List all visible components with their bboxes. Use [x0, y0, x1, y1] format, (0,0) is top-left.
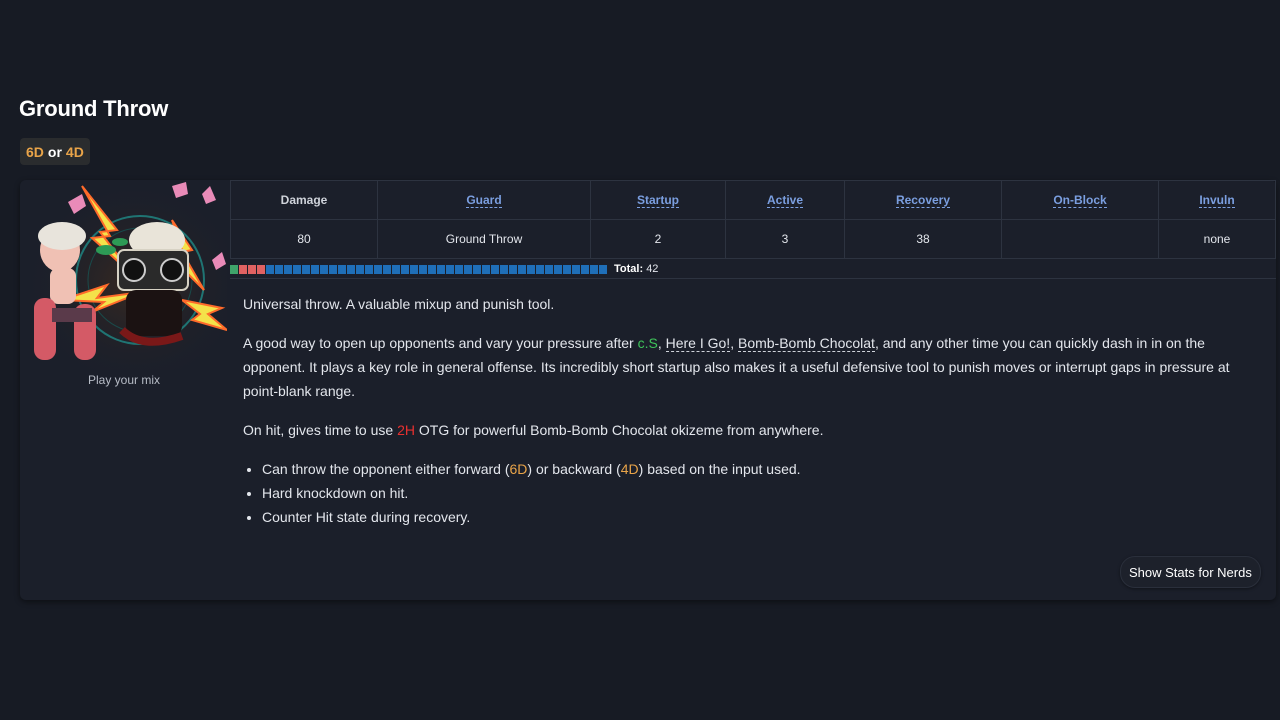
header-guard[interactable]: Guard — [377, 180, 591, 220]
list-item: Can throw the opponent either forward (6… — [262, 457, 1259, 481]
frame-cell-recovery — [446, 264, 454, 274]
frame-cell-recovery — [437, 264, 445, 274]
frame-cell-recovery — [527, 264, 535, 274]
frame-meter-cells — [230, 264, 607, 274]
frame-meter: Total: 42 — [230, 263, 659, 275]
divider — [230, 278, 1276, 279]
list-item: Counter Hit state during recovery. — [262, 505, 1259, 529]
frame-cell-recovery — [410, 264, 418, 274]
frame-cell-recovery — [500, 264, 508, 274]
frame-cell-recovery — [572, 264, 580, 274]
frame-data-table: Damage Guard Startup Active Recovery On-… — [230, 180, 1276, 259]
header-active[interactable]: Active — [725, 180, 845, 220]
frame-cell-recovery — [509, 264, 517, 274]
input-2h: 2H — [397, 422, 415, 438]
move-link-here-i-go[interactable]: Here I Go! — [665, 335, 731, 352]
frame-cell-recovery — [293, 264, 301, 274]
header-recovery[interactable]: Recovery — [844, 180, 1002, 220]
cell-on-block — [1001, 219, 1159, 259]
frame-cell-recovery — [545, 264, 553, 274]
frame-cell-recovery — [392, 264, 400, 274]
frame-cell-startup — [230, 264, 238, 274]
frame-cell-recovery — [329, 264, 337, 274]
cell-invuln: none — [1158, 219, 1276, 259]
frame-cell-recovery — [365, 264, 373, 274]
table-row: 80 Ground Throw 2 3 38 none — [230, 219, 1276, 259]
frame-cell-recovery — [428, 264, 436, 274]
frame-cell-recovery — [563, 264, 571, 274]
input-forward: 6D — [26, 143, 44, 160]
header-damage: Damage — [230, 180, 378, 220]
move-description: Universal throw. A valuable mixup and pu… — [243, 292, 1259, 529]
frame-cell-recovery — [338, 264, 346, 274]
frame-cell-recovery — [284, 264, 292, 274]
input-or: or — [47, 143, 62, 160]
move-link-cs[interactable]: c.S — [638, 335, 658, 351]
frame-cell-recovery — [356, 264, 364, 274]
cell-recovery: 38 — [844, 219, 1002, 259]
input-backward: 4D — [65, 143, 84, 160]
frame-cell-recovery — [590, 264, 598, 274]
move-link-bomb-bomb-chocolat[interactable]: Bomb-Bomb Chocolat — [737, 335, 875, 352]
frame-cell-recovery — [491, 264, 499, 274]
portrait-caption: Play your mix — [87, 373, 161, 387]
frame-cell-recovery — [581, 264, 589, 274]
header-invuln[interactable]: Invuln — [1158, 180, 1276, 220]
cell-active: 3 — [725, 219, 845, 259]
desc-bullet-list: Can throw the opponent either forward (6… — [243, 457, 1259, 529]
frame-cell-recovery — [374, 264, 382, 274]
frame-cell-recovery — [275, 264, 283, 274]
frame-cell-recovery — [554, 264, 562, 274]
frame-cell-startup — [257, 264, 265, 274]
frame-cell-recovery — [464, 264, 472, 274]
frame-cell-recovery — [455, 264, 463, 274]
desc-paragraph-3: On hit, gives time to use 2H OTG for pow… — [243, 422, 824, 438]
cell-guard: Ground Throw — [377, 219, 591, 259]
frame-cell-recovery — [419, 264, 427, 274]
move-portrait-image — [22, 180, 227, 370]
frame-cell-startup — [239, 264, 247, 274]
frame-cell-recovery — [482, 264, 490, 274]
frame-cell-recovery — [383, 264, 391, 274]
show-stats-for-nerds-button[interactable]: Show Stats for Nerds — [1120, 556, 1261, 588]
move-input-badge: 6D or 4D — [20, 138, 90, 165]
header-on-block[interactable]: On-Block — [1001, 180, 1159, 220]
desc-paragraph-1: Universal throw. A valuable mixup and pu… — [243, 296, 555, 312]
frame-cell-recovery — [401, 264, 409, 274]
frame-cell-recovery — [473, 264, 481, 274]
frame-cell-recovery — [302, 264, 310, 274]
cell-startup: 2 — [590, 219, 726, 259]
frame-meter-total: Total: 42 — [614, 263, 659, 275]
frame-cell-recovery — [536, 264, 544, 274]
frame-cell-recovery — [347, 264, 355, 274]
frame-cell-recovery — [266, 264, 274, 274]
header-startup[interactable]: Startup — [590, 180, 726, 220]
frame-cell-recovery — [599, 264, 607, 274]
frame-cell-recovery — [311, 264, 319, 274]
move-card: Play your mix Damage Guard Startup Activ… — [20, 180, 1276, 600]
frame-cell-recovery — [518, 264, 526, 274]
move-title: Ground Throw — [19, 96, 169, 121]
desc-paragraph-2: A good way to open up opponents and vary… — [243, 335, 1230, 399]
frame-cell-recovery — [320, 264, 328, 274]
list-item: Hard knockdown on hit. — [262, 481, 1259, 505]
cell-damage: 80 — [230, 219, 378, 259]
frame-cell-startup — [248, 264, 256, 274]
